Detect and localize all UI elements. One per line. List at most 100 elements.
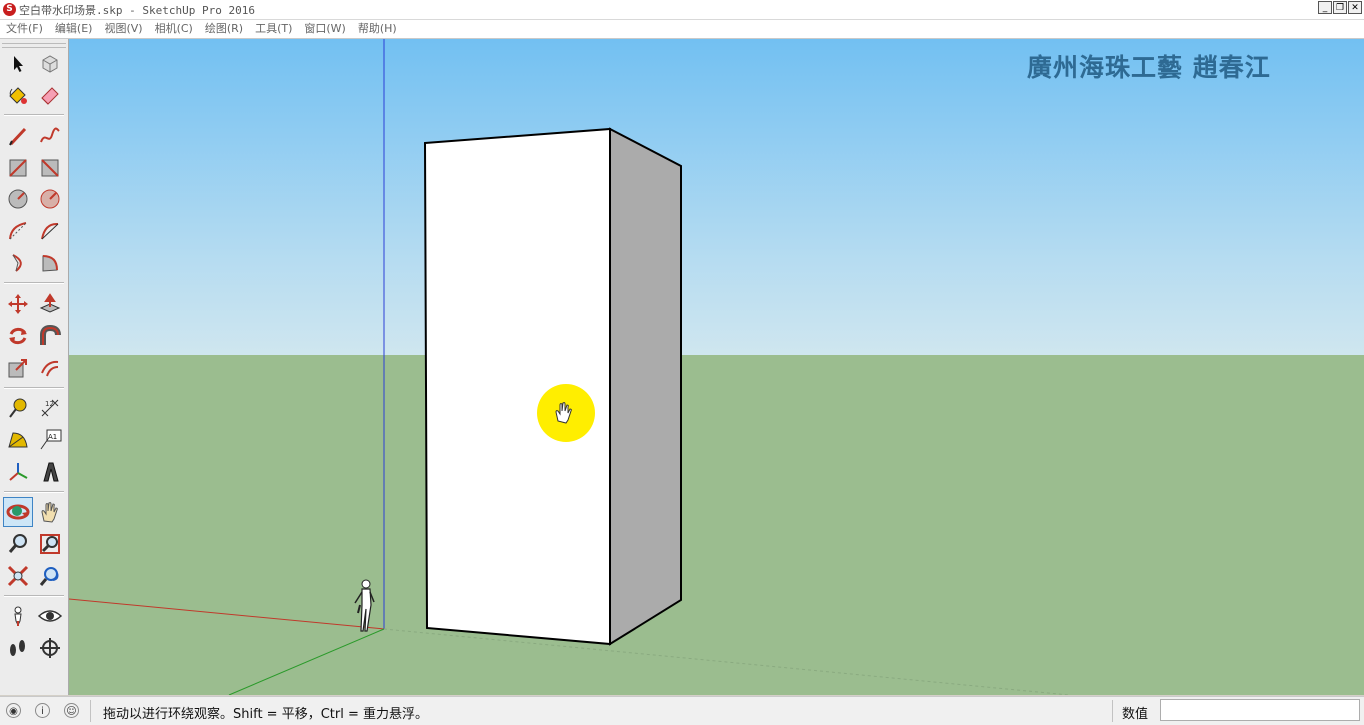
rotate-tool[interactable] xyxy=(5,323,31,349)
line-icon xyxy=(9,127,27,146)
select-tool[interactable] xyxy=(5,51,31,77)
freehand-tool[interactable] xyxy=(37,123,63,149)
follow-me-icon xyxy=(40,325,61,345)
tape-measure-icon xyxy=(9,398,27,418)
arc-tool[interactable] xyxy=(5,218,31,244)
offset-icon xyxy=(41,360,59,377)
orbit-icon xyxy=(6,504,30,520)
pan-tool[interactable] xyxy=(37,499,63,525)
toolbar-separator xyxy=(4,282,64,284)
menu-window[interactable]: 窗口(W) xyxy=(298,20,351,38)
offset-tool[interactable] xyxy=(37,355,63,381)
protractor-icon xyxy=(8,432,28,448)
toolbar-grip[interactable] xyxy=(2,43,66,48)
look-around-tool[interactable] xyxy=(37,603,63,629)
position-camera-tool[interactable] xyxy=(5,603,31,629)
menu-view[interactable]: 视图(V) xyxy=(98,20,148,38)
close-button[interactable]: ✕ xyxy=(1348,1,1362,14)
restore-button[interactable]: ❐ xyxy=(1333,1,1347,14)
follow-me-tool[interactable] xyxy=(37,323,63,349)
rectangle-tool[interactable] xyxy=(5,155,31,181)
svg-text:12: 12 xyxy=(45,400,54,408)
zoom-window-tool[interactable] xyxy=(37,531,63,557)
green-axis xyxy=(228,628,385,695)
polygon-icon xyxy=(40,189,60,209)
previous-view-icon xyxy=(39,567,59,586)
scale-tool[interactable] xyxy=(5,355,31,381)
window-controls: _ ❐ ✕ xyxy=(1318,1,1362,14)
section-plane-tool[interactable] xyxy=(37,635,63,661)
menu-tools[interactable]: 工具(T) xyxy=(249,20,298,38)
move-icon xyxy=(8,294,28,314)
previous-view-tool[interactable] xyxy=(37,563,63,589)
zoom-tool[interactable] xyxy=(5,531,31,557)
paint-bucket-tool[interactable] xyxy=(5,82,31,108)
make-component-tool[interactable] xyxy=(37,51,63,77)
info-icon[interactable]: i xyxy=(35,703,50,718)
push-pull-tool[interactable] xyxy=(37,291,63,317)
protractor-tool[interactable] xyxy=(5,427,31,453)
text-tool[interactable]: A1 xyxy=(37,427,63,453)
move-tool[interactable] xyxy=(5,291,31,317)
box-side-face[interactable] xyxy=(609,127,682,646)
line-tool[interactable] xyxy=(5,123,31,149)
look-around-icon xyxy=(38,610,62,622)
text-icon: A1 xyxy=(40,429,62,450)
two-point-arc-icon xyxy=(41,222,59,240)
circle-tool[interactable] xyxy=(5,186,31,212)
red-axis xyxy=(69,598,385,630)
status-message: 拖动以进行环绕观察。Shift = 平移，Ctrl = 重力悬浮。 xyxy=(103,707,428,722)
arc-icon xyxy=(9,222,27,240)
toolbar-separator xyxy=(4,491,64,493)
position-camera-icon xyxy=(14,606,22,627)
menu-camera[interactable]: 相机(C) xyxy=(149,20,199,38)
tape-measure-tool[interactable] xyxy=(5,395,31,421)
dimension-tool[interactable]: 12 xyxy=(37,395,63,421)
zoom-extents-tool[interactable] xyxy=(5,563,31,589)
push-pull-icon xyxy=(39,293,61,313)
three-point-arc-tool[interactable] xyxy=(5,250,31,276)
3d-text-icon xyxy=(43,462,59,482)
3d-text-tool[interactable] xyxy=(37,459,63,485)
menu-edit[interactable]: 编辑(E) xyxy=(49,20,99,38)
toolbar-separator xyxy=(4,595,64,597)
polygon-tool[interactable] xyxy=(37,186,63,212)
model-canvas xyxy=(69,39,1070,695)
walk-icon xyxy=(10,640,25,656)
menu-file[interactable]: 文件(F) xyxy=(0,20,49,38)
title-bar: S 空白带水印场景.skp - SketchUp Pro 2016 _ ❐ ✕ xyxy=(0,0,1364,20)
menu-bar: 文件(F) 编辑(E) 视图(V) 相机(C) 绘图(R) 工具(T) 窗口(W… xyxy=(0,20,1364,39)
scale-icon xyxy=(8,359,27,378)
menu-help[interactable]: 帮助(H) xyxy=(352,20,403,38)
walk-tool[interactable] xyxy=(5,635,31,661)
window-title: 空白带水印场景.skp - SketchUp Pro 2016 xyxy=(19,4,255,17)
drawing-area[interactable]: 廣州海珠工藝 趙春江 xyxy=(69,39,1364,695)
geolocation-icon[interactable]: ◉ xyxy=(6,703,21,718)
eraser-icon xyxy=(41,87,59,105)
menu-draw[interactable]: 绘图(R) xyxy=(199,20,249,38)
freehand-icon xyxy=(40,127,60,143)
section-plane-icon xyxy=(40,638,60,658)
box-front-face[interactable] xyxy=(423,127,611,646)
minimize-button[interactable]: _ xyxy=(1318,1,1332,14)
two-point-arc-tool[interactable] xyxy=(37,218,63,244)
scale-figure[interactable] xyxy=(354,579,375,632)
rotated-rectangle-tool[interactable] xyxy=(37,155,63,181)
pan-icon xyxy=(41,502,58,523)
rectangle-icon xyxy=(9,159,27,177)
eraser-tool[interactable] xyxy=(37,82,63,108)
sketchup-icon[interactable]: S xyxy=(3,3,16,16)
user-icon[interactable]: ☺ xyxy=(64,703,79,718)
three-point-arc-icon xyxy=(12,254,22,272)
zoom-icon xyxy=(8,534,27,553)
select-icon xyxy=(14,56,23,72)
measurements-label: 数值 xyxy=(1122,707,1149,722)
rotated-rectangle-icon xyxy=(41,159,59,177)
measurements-input[interactable] xyxy=(1160,699,1360,721)
toolbar-separator xyxy=(4,114,64,116)
pie-tool[interactable] xyxy=(37,250,63,276)
axes-tool[interactable] xyxy=(5,459,31,485)
status-divider xyxy=(1112,700,1113,722)
red-axis-dashed xyxy=(383,628,1070,695)
orbit-tool[interactable] xyxy=(3,497,33,527)
